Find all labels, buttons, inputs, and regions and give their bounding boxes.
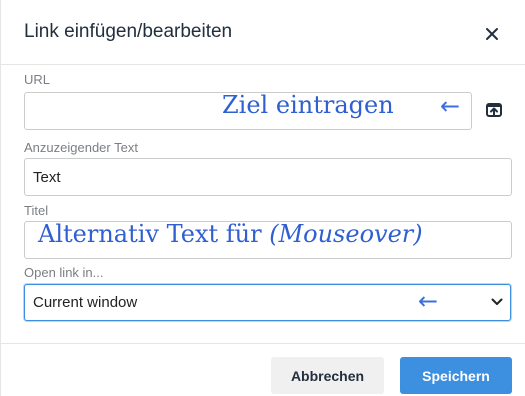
- cancel-button[interactable]: Abbrechen: [271, 357, 384, 394]
- close-icon: [486, 28, 498, 40]
- select-annotation-arrow: ←: [418, 287, 439, 315]
- url-label: URL: [24, 72, 51, 87]
- display-text-input[interactable]: Text: [24, 158, 512, 196]
- url-annotation: Ziel eintragen: [222, 91, 394, 119]
- dialog-title: Link einfügen/bearbeiten: [24, 21, 233, 42]
- open-link-label: Open link in...: [24, 265, 104, 280]
- url-annotation-arrow: ←: [440, 92, 461, 120]
- title-annotation-text: Alternativ Text für: [38, 220, 270, 248]
- title-annotation-italic: (Mouseover): [269, 220, 423, 248]
- link-dialog: Link einfügen/bearbeiten URL Ziel eintra…: [0, 0, 525, 396]
- browse-button[interactable]: [481, 97, 507, 123]
- upload-icon: [486, 103, 502, 117]
- display-text-label: Anzuzeigender Text: [24, 140, 138, 155]
- close-button[interactable]: [476, 18, 508, 50]
- save-button[interactable]: Speichern: [400, 357, 512, 394]
- dialog-header: Link einfügen/bearbeiten: [0, 0, 525, 65]
- display-text-value: Text: [33, 168, 61, 186]
- title-label: Titel: [24, 203, 49, 218]
- title-annotation: Alternativ Text für (Mouseover): [38, 220, 423, 248]
- chevron-down-icon: [491, 298, 503, 305]
- open-link-selected: Current window: [33, 294, 138, 311]
